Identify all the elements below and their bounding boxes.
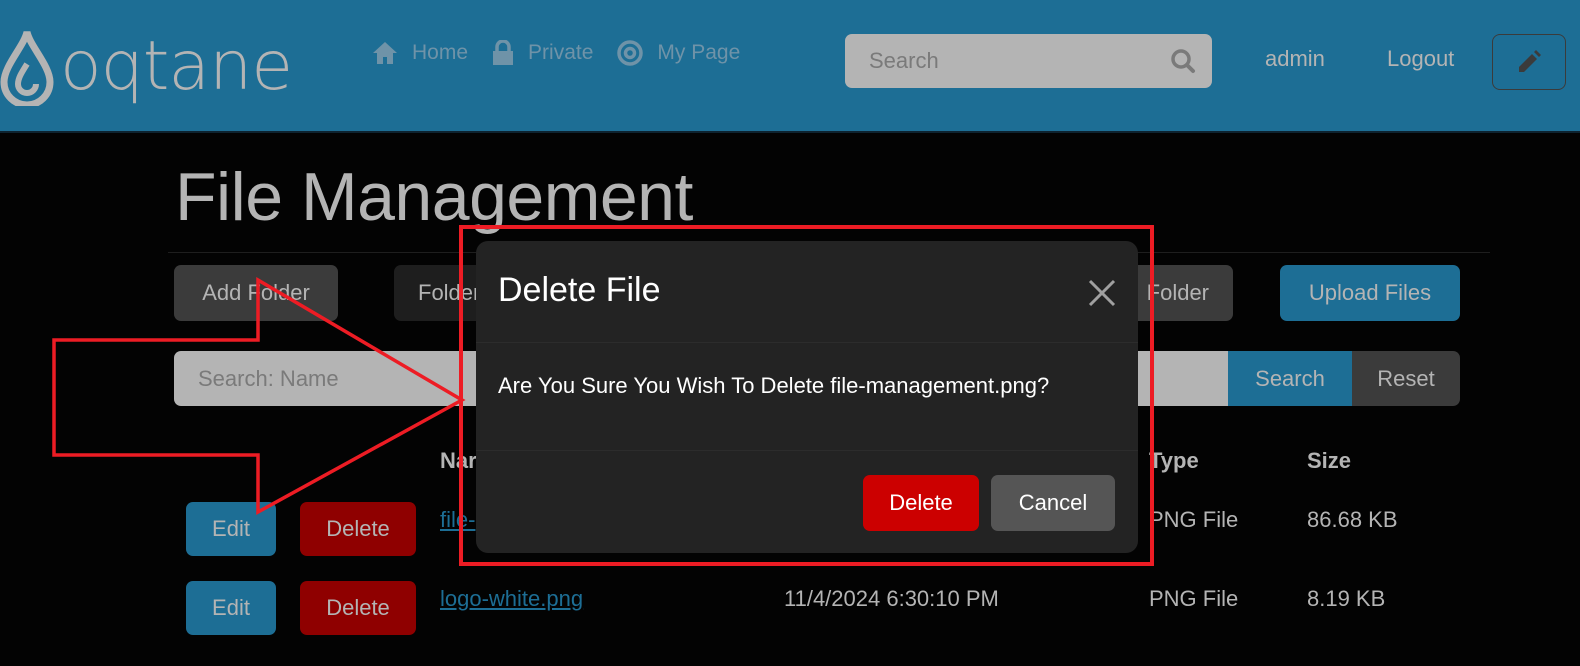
site-search: [845, 34, 1212, 88]
file-size: 8.19 KB: [1307, 586, 1386, 611]
site-search-input[interactable]: [869, 48, 1170, 74]
file-type: PNG File: [1149, 507, 1239, 532]
file-modified: 11/4/2024 6:30:10 PM: [784, 586, 999, 611]
dialog-title: Delete File: [498, 271, 661, 309]
column-header-type[interactable]: Type: [1149, 448, 1199, 474]
dialog-close-button[interactable]: [1084, 275, 1120, 311]
logo[interactable]: oqtane: [0, 26, 293, 108]
logout-link[interactable]: Logout: [1387, 46, 1454, 72]
column-header-size[interactable]: Size: [1307, 448, 1351, 474]
page-title: File Management: [175, 159, 693, 235]
nav-private-label: Private: [528, 41, 594, 64]
top-navbar: oqtane Home Private My Page admin Logout: [0, 0, 1580, 133]
logo-drop-icon: [0, 30, 54, 106]
close-icon: [1088, 279, 1116, 307]
edit-mode-button[interactable]: [1492, 34, 1566, 90]
filter-reset-button[interactable]: Reset: [1352, 351, 1460, 406]
lock-icon: [493, 40, 514, 65]
upload-files-button[interactable]: Upload Files: [1280, 265, 1460, 321]
main-nav: Home Private My Page: [372, 40, 764, 66]
user-profile-link[interactable]: admin: [1265, 46, 1325, 72]
nav-my-page[interactable]: My Page: [617, 40, 740, 66]
dialog-body: Are You Sure You Wish To Delete file-man…: [476, 343, 1138, 451]
logo-text: oqtane: [60, 27, 293, 106]
home-icon: [373, 42, 397, 64]
delete-file-dialog: Delete File Are You Sure You Wish To Del…: [476, 241, 1138, 553]
confirm-delete-button[interactable]: Delete: [863, 475, 979, 531]
delete-button[interactable]: Delete: [300, 502, 416, 556]
nav-my-page-label: My Page: [657, 41, 741, 64]
search-icon[interactable]: [1170, 48, 1196, 74]
edit-button[interactable]: Edit: [186, 502, 276, 556]
dialog-header: Delete File: [476, 241, 1138, 343]
edit-button[interactable]: Edit: [186, 581, 276, 635]
file-name-link[interactable]: file-: [440, 507, 475, 533]
target-icon: [617, 40, 644, 66]
delete-button[interactable]: Delete: [300, 581, 416, 635]
file-type: PNG File: [1149, 586, 1239, 611]
cancel-button[interactable]: Cancel: [991, 475, 1115, 531]
file-size: 86.68 KB: [1307, 507, 1398, 532]
nav-home[interactable]: Home: [372, 41, 468, 65]
pencil-icon: [1519, 50, 1541, 72]
nav-home-label: Home: [412, 41, 469, 64]
page: oqtane Home Private My Page admin Logout: [0, 0, 1580, 666]
add-folder-button[interactable]: Add Folder: [174, 265, 338, 321]
nav-private[interactable]: Private: [492, 40, 593, 66]
dialog-message: Are You Sure You Wish To Delete file-man…: [498, 373, 1050, 398]
filter-search-button[interactable]: Search: [1228, 351, 1352, 406]
column-header-name[interactable]: Nar: [440, 448, 477, 474]
file-name-link[interactable]: logo-white.png: [440, 586, 583, 612]
